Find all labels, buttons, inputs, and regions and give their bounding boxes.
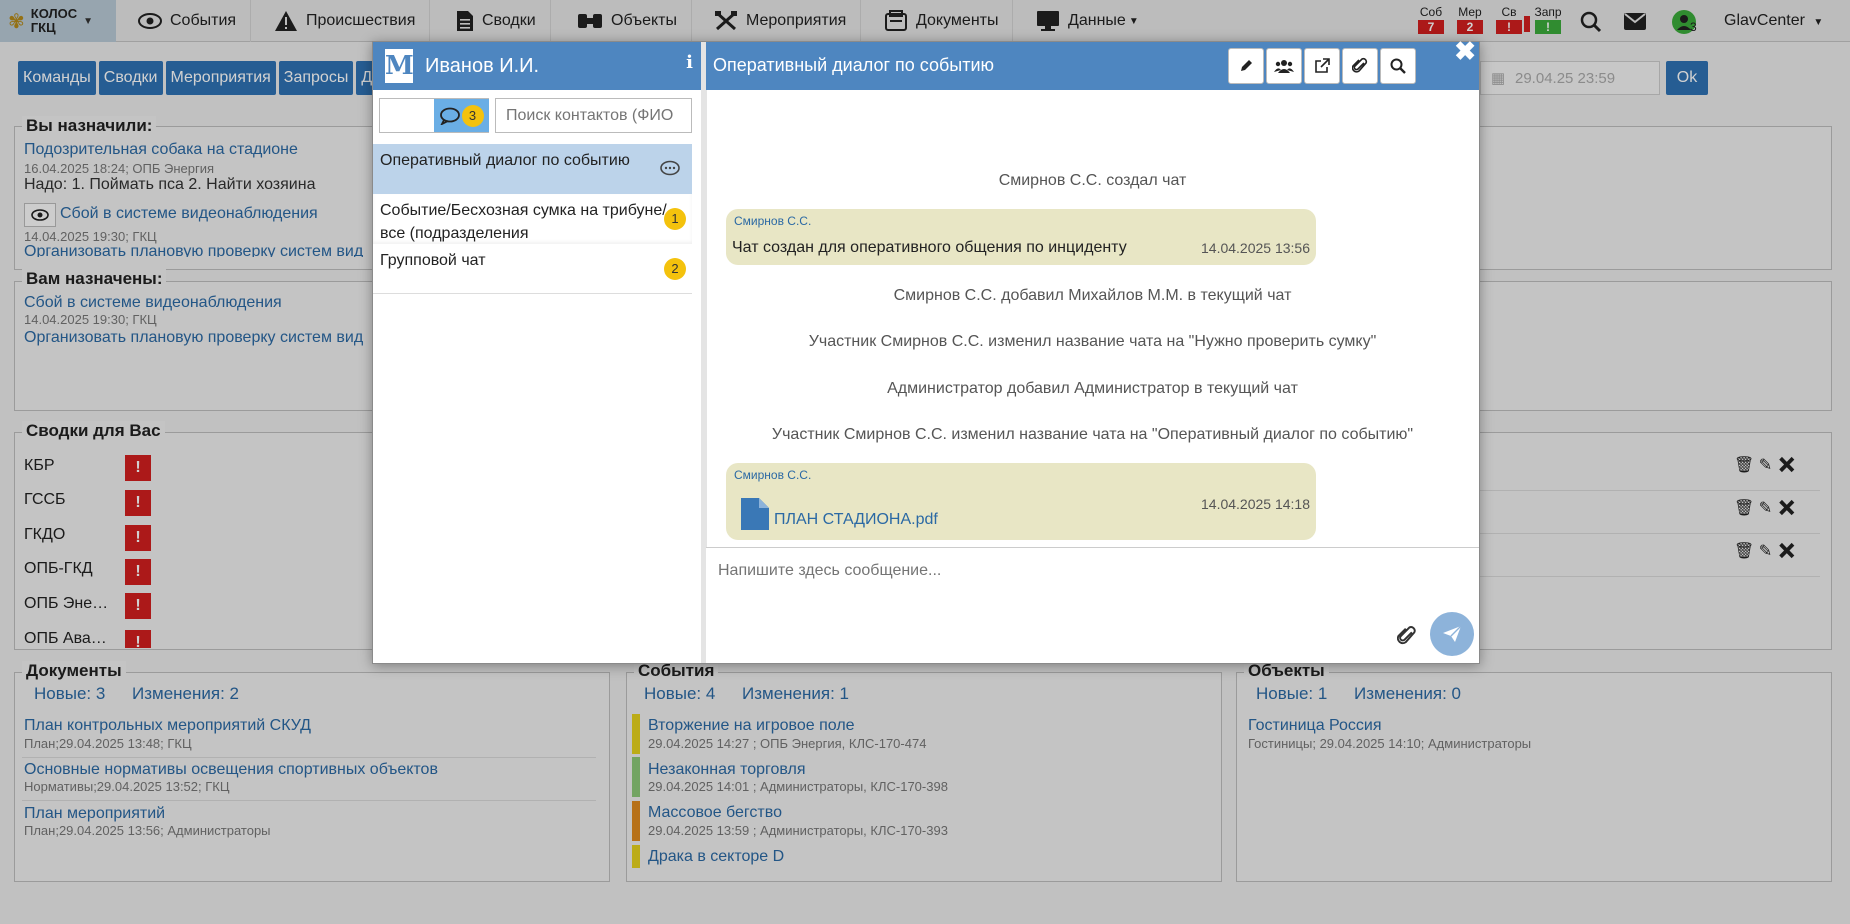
chat-title: Оперативный диалог по событию: [380, 152, 630, 169]
file-attachment[interactable]: ПЛАН СТАДИОНА.pdf: [740, 497, 938, 531]
system-message: Участник Смирнов С.С. изменил название ч…: [771, 426, 1414, 443]
message-input[interactable]: [706, 548, 1479, 664]
unread-badge: 3: [461, 104, 484, 127]
attachments-button[interactable]: [1342, 48, 1378, 84]
users-icon: [1274, 60, 1294, 73]
chat-list-item[interactable]: Групповой чат 2: [373, 244, 692, 294]
system-message: Смирнов С.С. добавил Михайлов М.М. в тек…: [893, 287, 1292, 304]
contacts-header: M Иванов И.И. i: [373, 42, 703, 90]
chats-filter-button[interactable]: 3: [434, 99, 489, 132]
chat-bubble-icon: [660, 160, 680, 176]
chat-message-file: Смирнов С.С. 14.04.2025 14:18 ПЛАН СТАДИ…: [726, 463, 1316, 540]
message-composer: [706, 547, 1479, 664]
send-button[interactable]: [1430, 612, 1474, 656]
chat-title: Событие/Бесхозная сумка на трибуне/все (…: [380, 202, 667, 242]
file-icon: [741, 498, 769, 530]
participants-button[interactable]: [1266, 48, 1302, 84]
chat-title: Групповой чат: [380, 252, 486, 269]
open-external-button[interactable]: [1304, 48, 1340, 84]
close-icon[interactable]: ✖: [1454, 36, 1476, 67]
current-user-name: Иванов И.И.: [425, 54, 540, 77]
contact-search-input[interactable]: [495, 98, 692, 133]
chat-filter-toggle[interactable]: 3: [379, 98, 489, 133]
message-author[interactable]: Смирнов С.С.: [734, 468, 811, 482]
edit-chat-button[interactable]: [1228, 48, 1264, 84]
chat-message: Смирнов С.С. Чат создан для оперативного…: [726, 209, 1316, 265]
search-icon: [1390, 58, 1406, 74]
paperclip-icon[interactable]: [1397, 625, 1417, 647]
messenger-dialog: M Иванов И.И. i 3 Оперативный диалог по …: [372, 36, 1480, 664]
chat-bubble-icon: [439, 107, 460, 125]
paper-plane-icon: [1443, 625, 1462, 642]
chat-unread-badge: 2: [664, 258, 686, 280]
pencil-icon: [1241, 60, 1252, 71]
external-link-icon: [1315, 58, 1330, 73]
search-messages-button[interactable]: [1380, 48, 1416, 84]
message-text: Чат создан для оперативного общения по и…: [732, 239, 1127, 256]
system-message: Администратор добавил Администратор в те…: [887, 380, 1298, 397]
contacts-pane: M Иванов И.И. i 3 Оперативный диалог по …: [373, 42, 703, 663]
message-time: 14.04.2025 13:56: [1201, 240, 1310, 256]
system-message: Участник Смирнов С.С. изменил название ч…: [808, 333, 1377, 350]
chat-list-item-active[interactable]: Оперативный диалог по событию: [373, 144, 692, 194]
file-name: ПЛАН СТАДИОНА.pdf: [774, 511, 938, 528]
info-icon[interactable]: i: [686, 52, 693, 73]
system-message: Смирнов С.С. создал чат: [998, 172, 1187, 189]
chat-header: Оперативный диалог по событию ✖: [706, 36, 1479, 90]
paperclip-icon: [1352, 57, 1368, 73]
chat-unread-badge: 1: [664, 208, 686, 230]
chat-title-heading: Оперативный диалог по событию: [713, 55, 995, 75]
chat-list-item[interactable]: Событие/Бесхозная сумка на трибуне/все (…: [373, 194, 692, 244]
messenger-logo: M: [385, 49, 414, 83]
message-author[interactable]: Смирнов С.С.: [734, 214, 811, 228]
message-time: 14.04.2025 14:18: [1201, 496, 1310, 512]
